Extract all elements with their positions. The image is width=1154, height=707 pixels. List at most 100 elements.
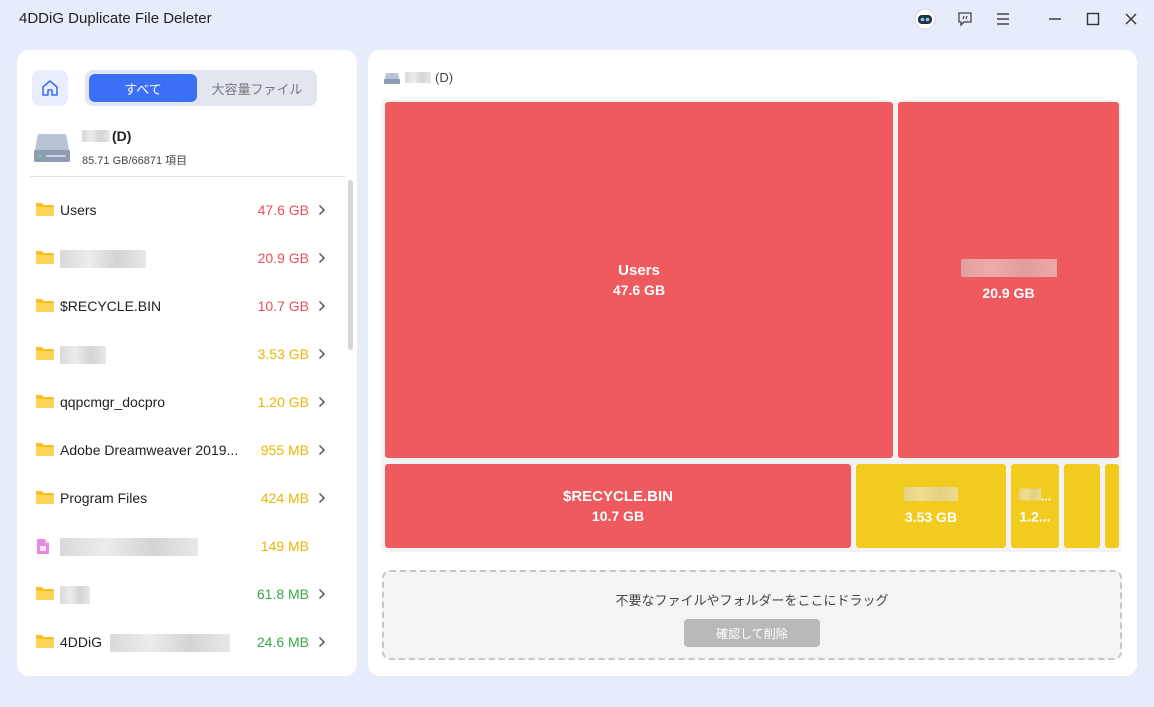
redacted-text bbox=[110, 634, 231, 653]
item-size: 10.7 GB bbox=[257, 298, 309, 314]
tab-all[interactable]: すべて bbox=[89, 74, 197, 102]
tab-large-files[interactable]: 大容量ファイル bbox=[201, 74, 313, 102]
item-name: Users bbox=[60, 202, 97, 218]
drop-zone-text: 不要なファイルやフォルダーをここにドラッグ bbox=[615, 593, 889, 608]
tile-size: 10.7 GB bbox=[591, 508, 645, 524]
tile-size: 1.2... bbox=[1019, 508, 1051, 525]
title-bar: 4DDiG Duplicate File Deleter bbox=[0, 0, 1154, 38]
item-size: 47.6 GB bbox=[257, 202, 309, 218]
tile-name: Users bbox=[618, 262, 660, 279]
maximize-icon[interactable] bbox=[1079, 6, 1107, 32]
treemap-tile-folder[interactable] bbox=[1105, 464, 1119, 548]
home-button[interactable] bbox=[32, 70, 68, 106]
redacted-text bbox=[82, 130, 110, 142]
treemap-tile-recycle-bin[interactable]: $RECYCLE.BIN 10.7 GB bbox=[385, 464, 851, 548]
item-name: Adobe Dreamweaver 2019... bbox=[60, 442, 239, 458]
list-item[interactable]: 3.53 GB bbox=[17, 330, 347, 378]
list-item[interactable]: 61.8 MB bbox=[17, 570, 347, 618]
folder-icon bbox=[36, 250, 54, 270]
divider bbox=[30, 176, 345, 177]
item-size: 424 MB bbox=[260, 490, 309, 506]
item-name-wrap: 4DDiG bbox=[60, 634, 270, 653]
item-name-wrap bbox=[60, 586, 270, 605]
folder-icon bbox=[36, 442, 54, 462]
folder-icon bbox=[36, 202, 54, 222]
chevron-right-icon[interactable] bbox=[318, 299, 326, 317]
folder-list: Users 47.6 GB 20.9 GB $RECYCLE.BIN 10.7 GB 3.… bbox=[17, 186, 347, 666]
home-icon bbox=[42, 80, 58, 96]
breadcrumb-drive: (D) bbox=[435, 70, 454, 85]
item-size: 3.53 GB bbox=[257, 346, 309, 362]
list-item[interactable]: qqpcmgr_docpro 1.20 GB bbox=[17, 378, 347, 426]
folder-icon bbox=[36, 298, 54, 318]
confirm-delete-button[interactable]: 確認して削除 bbox=[684, 619, 820, 647]
chevron-right-icon[interactable] bbox=[318, 251, 326, 269]
feedback-icon[interactable] bbox=[951, 6, 979, 32]
chevron-right-icon[interactable] bbox=[318, 443, 326, 461]
tile-size: 20.9 GB bbox=[982, 285, 1035, 301]
item-name-wrap bbox=[60, 538, 270, 557]
item-size: 955 MB bbox=[260, 442, 309, 458]
folder-icon bbox=[36, 634, 54, 654]
item-size: 20.9 GB bbox=[257, 250, 309, 266]
treemap-tile-folder[interactable]: 20.9 GB bbox=[898, 102, 1119, 458]
treemap-tile-folder[interactable]: 3.53 GB bbox=[856, 464, 1006, 548]
chevron-right-icon[interactable] bbox=[318, 491, 326, 509]
redacted-text bbox=[405, 72, 431, 83]
redacted-text bbox=[1018, 488, 1041, 501]
treemap-tile-users[interactable]: Users 47.6 GB bbox=[385, 102, 893, 458]
robot-icon[interactable] bbox=[911, 6, 939, 32]
list-item[interactable]: Program Files 424 MB bbox=[17, 474, 347, 522]
tile-size: 47.6 GB bbox=[612, 282, 666, 298]
item-name: $RECYCLE.BIN bbox=[60, 298, 162, 314]
app-title: 4DDiG Duplicate File Deleter bbox=[19, 10, 212, 27]
tile-name: $RECYCLE.BIN bbox=[562, 488, 674, 505]
item-size: 149 MB bbox=[260, 538, 309, 554]
tile-size: 3.53 GB bbox=[904, 509, 958, 525]
close-icon[interactable] bbox=[1117, 6, 1145, 32]
drive-letter: (D) bbox=[112, 128, 132, 144]
item-name: Program Files bbox=[60, 490, 148, 506]
item-name-wrap bbox=[60, 346, 270, 365]
breadcrumb: (D) bbox=[383, 70, 453, 85]
drive-name: (D) bbox=[82, 128, 131, 144]
item-size: 61.8 MB bbox=[256, 586, 309, 602]
redacted-text bbox=[60, 250, 146, 269]
redacted-text bbox=[60, 586, 90, 605]
scrollbar-thumb[interactable] bbox=[348, 180, 353, 350]
chevron-right-icon[interactable] bbox=[318, 587, 326, 605]
item-name: qqpcmgr_docpro bbox=[60, 394, 166, 410]
minimize-icon[interactable] bbox=[1041, 6, 1069, 32]
item-size: 24.6 MB bbox=[256, 634, 309, 650]
scrollbar[interactable] bbox=[348, 180, 353, 410]
list-item[interactable]: 4DDiG 24.6 MB bbox=[17, 618, 347, 666]
folder-icon bbox=[36, 394, 54, 414]
treemap-tile-folder[interactable] bbox=[1064, 464, 1100, 548]
redacted-text bbox=[960, 259, 1057, 277]
file-icon bbox=[36, 538, 50, 560]
list-item[interactable]: 149 MB bbox=[17, 522, 347, 570]
drive-icon bbox=[384, 72, 400, 84]
chevron-right-icon[interactable] bbox=[318, 395, 326, 413]
treemap-tile-folder[interactable]: ... 1.2... bbox=[1011, 464, 1059, 548]
redacted-text bbox=[904, 487, 958, 501]
item-name-wrap bbox=[60, 250, 270, 269]
item-name: 4DDiG bbox=[60, 634, 103, 650]
redacted-text bbox=[60, 538, 198, 557]
redacted-text bbox=[60, 346, 106, 365]
list-item[interactable]: $RECYCLE.BIN 10.7 GB bbox=[17, 282, 347, 330]
drive-icon bbox=[32, 128, 72, 169]
list-item[interactable]: 20.9 GB bbox=[17, 234, 347, 282]
chevron-right-icon[interactable] bbox=[318, 203, 326, 221]
drop-zone[interactable]: 不要なファイルやフォルダーをここにドラッグ 確認して削除 bbox=[382, 570, 1122, 660]
folder-icon bbox=[36, 490, 54, 510]
chevron-right-icon[interactable] bbox=[318, 347, 326, 365]
view-segment: すべて 大容量ファイル bbox=[85, 70, 317, 106]
chevron-right-icon[interactable] bbox=[318, 635, 326, 653]
folder-icon bbox=[36, 346, 54, 366]
list-item[interactable]: Adobe Dreamweaver 2019... 955 MB bbox=[17, 426, 347, 474]
folder-icon bbox=[36, 586, 54, 606]
menu-icon[interactable] bbox=[989, 6, 1017, 32]
folder-list-panel: すべて 大容量ファイル (D) 85.71 GB/66871 項目 Users 4… bbox=[17, 50, 357, 676]
list-item[interactable]: Users 47.6 GB bbox=[17, 186, 347, 234]
